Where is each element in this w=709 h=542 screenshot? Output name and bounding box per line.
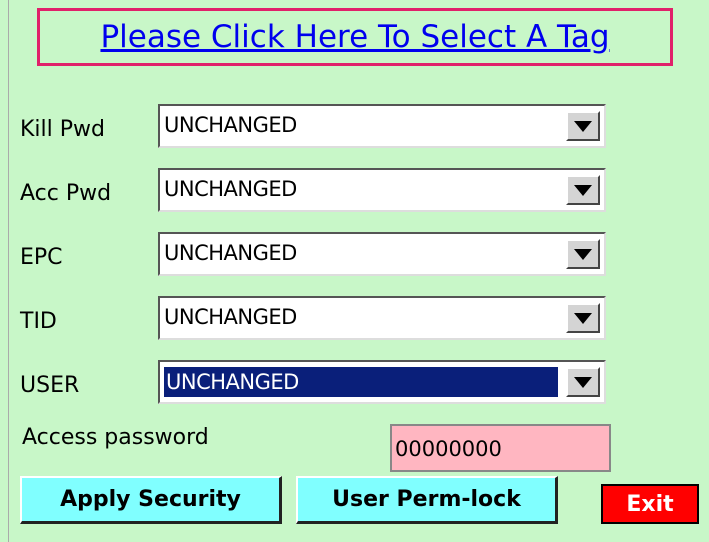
window-left-edge (0, 0, 9, 542)
access-password-input[interactable]: 00000000 (390, 424, 611, 472)
select-tag-link[interactable]: Please Click Here To Select A Tag (100, 19, 609, 55)
apply-security-button[interactable]: Apply Security (20, 476, 282, 524)
acc-pwd-value: UNCHANGED (164, 177, 297, 201)
tid-label: TID (20, 309, 57, 334)
dropdown-arrow-icon[interactable] (566, 303, 600, 333)
dropdown-arrow-icon[interactable] (566, 239, 600, 269)
user-label: USER (20, 373, 80, 398)
acc-pwd-dropdown[interactable]: UNCHANGED (158, 168, 606, 212)
tid-dropdown[interactable]: UNCHANGED (158, 296, 606, 340)
access-password-label: Access password (22, 425, 209, 450)
dropdown-arrow-icon[interactable] (566, 175, 600, 205)
acc-pwd-label: Acc Pwd (20, 181, 112, 206)
user-dropdown[interactable]: UNCHANGED (158, 360, 606, 404)
user-value: UNCHANGED (164, 367, 558, 397)
epc-dropdown[interactable]: UNCHANGED (158, 232, 606, 276)
kill-pwd-label: Kill Pwd (20, 117, 105, 142)
user-perm-lock-button[interactable]: User Perm-lock (296, 476, 558, 524)
select-tag-link-box[interactable]: Please Click Here To Select A Tag (37, 8, 673, 66)
kill-pwd-value: UNCHANGED (164, 113, 297, 137)
kill-pwd-dropdown[interactable]: UNCHANGED (158, 104, 606, 148)
dropdown-arrow-icon[interactable] (566, 367, 600, 397)
exit-button[interactable]: Exit (601, 484, 699, 524)
tid-value: UNCHANGED (164, 305, 297, 329)
epc-value: UNCHANGED (164, 241, 297, 265)
epc-label: EPC (20, 245, 63, 270)
dropdown-arrow-icon[interactable] (566, 111, 600, 141)
